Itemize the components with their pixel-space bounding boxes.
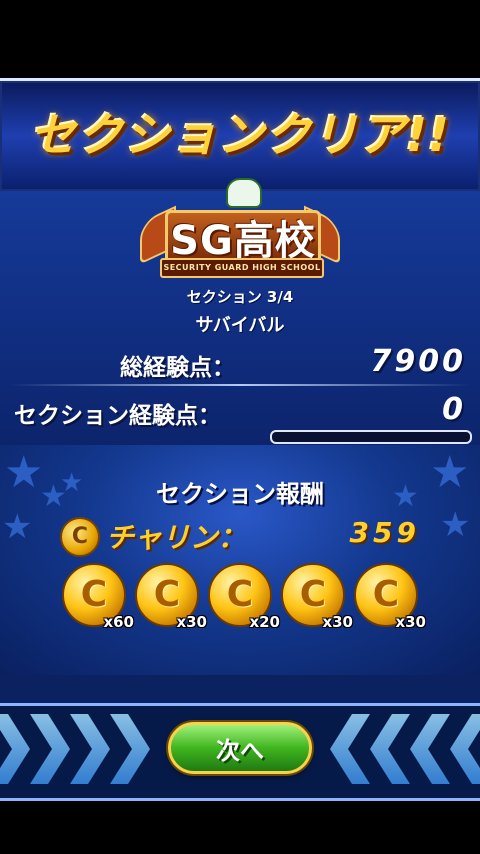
chevron-right-icon [110,714,150,784]
coin-icon: C [60,517,100,557]
coin-reward-2: C x30 [135,563,207,631]
star-icon: ★ [2,507,33,547]
coin-reward-5: C x30 [354,563,426,631]
coin-quantity: x30 [322,613,353,631]
result-screen: セクションクリア!! SG高校 SECURITY GUARD HIGH SCHO… [0,0,480,854]
chevron-left-icon [370,714,410,784]
star-icon: ★ [440,505,471,545]
coin-quantity: x30 [176,613,207,631]
coin-quantity: x30 [395,613,426,631]
currency-value: 359 [349,516,420,549]
school-subtitle: SECURITY GUARD HIGH SCHOOL [160,258,324,278]
section-exp-value: 0 [442,392,466,427]
chevron-right-icon [30,714,70,784]
coin-quantity: x60 [103,613,134,631]
chevron-right-icon [0,714,30,784]
section-progress-label: セクション 3/4 [186,288,294,306]
school-emblem: SG高校 SECURITY GUARD HIGH SCHOOL [140,178,340,288]
total-exp-value: 7900 [370,344,466,379]
chevron-right-icon [70,714,110,784]
currency-label: チャリン： [106,521,246,554]
clear-banner: セクションクリア!! [0,78,480,194]
section-name: サバイバル [195,315,285,336]
next-button[interactable]: 次へ [168,722,312,774]
banner-title: セクションクリア!! [30,108,450,162]
section-exp-label: セクション経験点： [14,403,221,429]
chevron-left-icon [330,714,370,784]
coin-reward-1: C x60 [62,563,134,631]
chevron-left-icon [450,714,480,784]
coin-reward-4: C x30 [281,563,353,631]
reward-title: セクション報酬 [156,480,324,508]
section-exp-bar [270,430,472,444]
divider [10,384,470,386]
chevron-left-icon [410,714,450,784]
total-exp-label: 総経験点： [120,355,235,381]
coin-reward-3: C x20 [208,563,280,631]
coin-quantity: x20 [249,613,280,631]
cap-icon [226,178,262,208]
